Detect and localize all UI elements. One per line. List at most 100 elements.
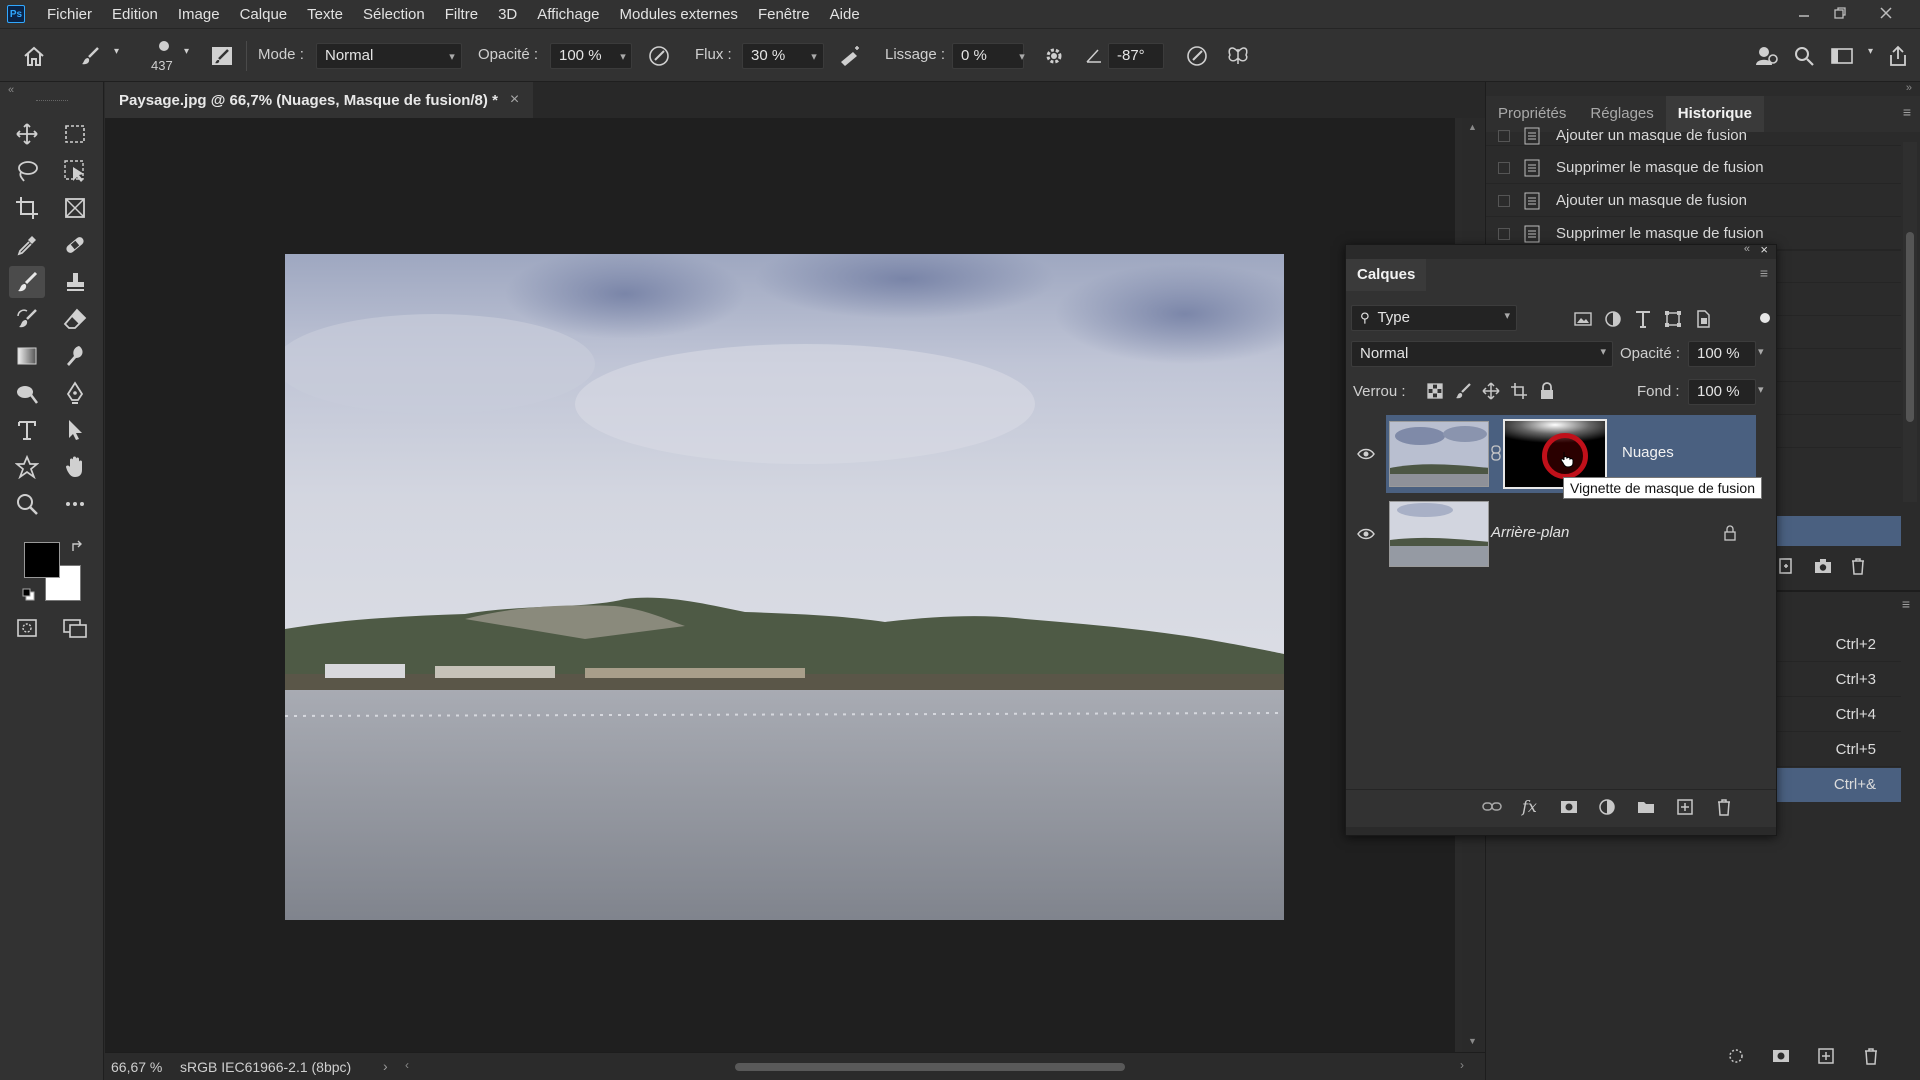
chevron-down-icon[interactable]: ▾ (1758, 383, 1764, 396)
menu-fichier[interactable]: Fichier (37, 6, 102, 23)
menu-filtre[interactable]: Filtre (435, 6, 488, 23)
layer-row-arriere-plan[interactable]: Arrière-plan (1346, 495, 1756, 573)
brush-tool[interactable] (9, 266, 45, 298)
smoothing-options-button[interactable] (1040, 42, 1068, 70)
new-layer-button[interactable] (1675, 797, 1695, 817)
more-tools-button[interactable] (57, 488, 93, 520)
menu-selection[interactable]: Sélection (353, 6, 435, 23)
history-item[interactable]: Ajouter un masque de fusion (1486, 185, 1901, 217)
learn-button[interactable] (1753, 42, 1781, 70)
layer-opacity-field[interactable]: 100 % (1688, 341, 1756, 367)
custom-shape-tool[interactable] (9, 451, 45, 483)
new-adjustment-layer-button[interactable] (1597, 797, 1617, 817)
scroll-down-icon[interactable]: ▼ (1468, 1036, 1477, 1046)
quick-mask-button[interactable] (9, 612, 45, 644)
menu-3d[interactable]: 3D (488, 6, 527, 23)
delete-button[interactable] (1861, 1046, 1881, 1066)
new-item-button[interactable] (1816, 1046, 1836, 1066)
horizontal-scroll-thumb[interactable] (735, 1063, 1125, 1071)
move-tool[interactable] (9, 118, 45, 150)
landscape-image[interactable] (285, 254, 1284, 920)
chevron-down-icon[interactable]: ▾ (1868, 46, 1873, 57)
healing-brush-tool[interactable] (57, 229, 93, 261)
pen-tool[interactable] (57, 377, 93, 409)
history-scroll-thumb[interactable] (1906, 232, 1914, 422)
default-colors-button[interactable] (22, 588, 36, 602)
collapse-toolbar-icon[interactable]: « (8, 84, 14, 96)
link-layers-button[interactable] (1481, 797, 1503, 817)
filter-toggle[interactable] (1760, 313, 1770, 323)
menu-calque[interactable]: Calque (230, 6, 298, 23)
hand-tool[interactable] (57, 451, 93, 483)
horizontal-scrollbar[interactable]: ‹ › (405, 1058, 1475, 1075)
zoom-level[interactable]: 66,67 % (111, 1059, 162, 1075)
layer-filter-select[interactable]: ⚲ Type ▾ (1351, 305, 1517, 331)
eraser-tool[interactable] (57, 303, 93, 335)
layers-panel-title[interactable]: Calques (1346, 259, 1427, 291)
collapse-panel-icon[interactable]: « (1744, 243, 1750, 255)
scroll-up-icon[interactable]: ▲ (1468, 122, 1477, 132)
new-snapshot-button[interactable] (1813, 556, 1833, 576)
filter-type-button[interactable] (1633, 309, 1653, 329)
screen-mode-button[interactable] (57, 612, 93, 644)
pressure-opacity-button[interactable] (645, 42, 673, 70)
expand-dock-icon[interactable]: » (1906, 82, 1912, 94)
foreground-color-swatch[interactable] (24, 542, 60, 578)
minimize-button[interactable] (1786, 2, 1822, 24)
angle-field[interactable]: -87° (1108, 43, 1164, 69)
menu-texte[interactable]: Texte (297, 6, 353, 23)
select-button[interactable] (1726, 1046, 1746, 1066)
chevron-down-icon[interactable]: ▾ (804, 43, 824, 69)
lock-pixels-button[interactable] (1454, 382, 1472, 400)
brush-size-preview[interactable] (153, 35, 175, 57)
menu-fenetre[interactable]: Fenêtre (748, 6, 820, 23)
zoom-tool[interactable] (9, 488, 45, 520)
pressure-size-button[interactable] (1183, 42, 1211, 70)
close-window-button[interactable] (1868, 2, 1904, 24)
panel-drag-strip[interactable]: « × (1346, 242, 1776, 259)
swap-colors-button[interactable] (70, 539, 86, 555)
filter-shape-button[interactable] (1663, 309, 1683, 329)
history-checkbox[interactable] (1498, 194, 1510, 207)
close-icon[interactable]: × (1760, 242, 1768, 257)
history-item[interactable]: Ajouter un masque de fusion (1486, 126, 1901, 146)
filter-smart-object-button[interactable] (1693, 309, 1713, 329)
clone-stamp-tool[interactable] (57, 266, 93, 298)
path-selection-tool[interactable] (57, 414, 93, 446)
create-document-from-state-button[interactable] (1776, 556, 1796, 576)
history-item[interactable]: Supprimer le masque de fusion (1486, 152, 1901, 184)
panel-menu-icon[interactable]: ≡ (1902, 596, 1910, 612)
scroll-right-icon[interactable]: › (1460, 1058, 1464, 1072)
type-tool[interactable] (9, 414, 45, 446)
fx-icon[interactable]: fx (1522, 797, 1537, 816)
menu-edition[interactable]: Edition (102, 6, 168, 23)
lock-position-button[interactable] (1482, 382, 1500, 400)
canvas-area[interactable] (105, 118, 1455, 1052)
chevron-down-icon[interactable]: ▾ (1758, 345, 1764, 358)
menu-modules-externes[interactable]: Modules externes (610, 6, 748, 23)
chevron-down-icon[interactable]: ▾ (442, 43, 462, 69)
fill-field[interactable]: 100 % (1688, 379, 1756, 405)
history-checkbox[interactable] (1498, 161, 1510, 174)
brush-preset-button[interactable] (76, 42, 104, 70)
smudge-tool[interactable] (57, 340, 93, 372)
layer-thumbnail[interactable] (1389, 421, 1489, 487)
search-button[interactable] (1790, 42, 1818, 70)
scroll-left-icon[interactable]: ‹ (405, 1058, 409, 1072)
dodge-tool[interactable] (9, 377, 45, 409)
layer-visibility-toggle[interactable] (1357, 527, 1375, 541)
workspace-button[interactable] (1828, 42, 1856, 70)
filter-adjustment-button[interactable] (1603, 309, 1623, 329)
status-menu-arrow[interactable]: › (383, 1058, 388, 1074)
delete-layer-button[interactable] (1714, 797, 1734, 817)
chevron-down-icon[interactable]: ▾ (184, 46, 189, 57)
share-button[interactable] (1884, 42, 1912, 70)
close-tab-icon[interactable]: × (510, 91, 519, 109)
object-selection-tool[interactable] (57, 155, 93, 187)
filter-pixel-button[interactable] (1573, 309, 1593, 329)
restore-button[interactable] (1822, 2, 1858, 24)
mask-button[interactable] (1771, 1046, 1791, 1066)
marquee-tool[interactable] (57, 118, 93, 150)
lasso-tool[interactable] (9, 155, 45, 187)
mask-link-icon[interactable] (1491, 445, 1501, 461)
